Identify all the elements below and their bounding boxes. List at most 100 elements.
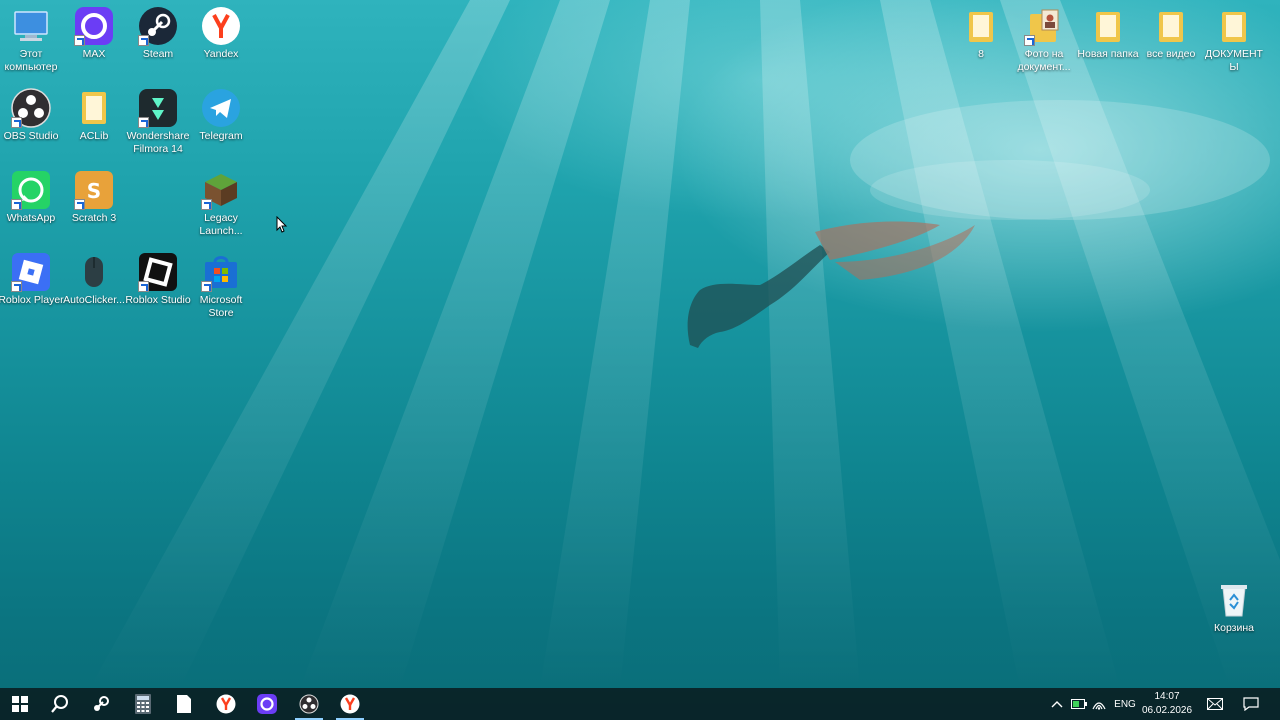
shortcut-arrow-icon: [138, 35, 149, 46]
steam-icon: [94, 696, 109, 711]
roblox-icon: [11, 252, 51, 292]
desktop-icon-label: Yandex: [203, 48, 239, 60]
desktop-icon-label: Фото на документ...: [1017, 48, 1071, 73]
mouse-icon: [74, 252, 114, 292]
svg-text:S: S: [87, 179, 101, 203]
shortcut-arrow-icon: [201, 199, 212, 210]
start-button[interactable]: [0, 688, 40, 720]
desktop-icon-label: Microsoft Store: [199, 294, 243, 319]
tray-app-icon[interactable]: [1207, 688, 1225, 720]
desktop-icon-roblox-studio[interactable]: Roblox Studio: [125, 246, 191, 324]
calculator-icon: [135, 694, 151, 714]
yandex-icon: [216, 694, 236, 714]
windows-logo-icon: [12, 696, 28, 712]
desktop-icon-filmora[interactable]: Wondershare Filmora 14: [126, 82, 190, 160]
folder-icon: [1088, 6, 1128, 46]
recycle-bin-icon: [1214, 580, 1254, 620]
desktop-icon-label: все видео: [1146, 48, 1196, 60]
desktop-icon-label: Wondershare Filmora 14: [126, 130, 190, 155]
shortcut-arrow-icon: [11, 117, 22, 128]
yandex-icon: [201, 6, 241, 46]
shortcut-arrow-icon: [11, 199, 22, 210]
desktop-icon-microsoft-store[interactable]: Microsoft Store: [189, 246, 253, 324]
store-bag-icon: [201, 252, 241, 292]
desktop-icon-label: ACLib: [79, 130, 109, 142]
max-icon: [74, 6, 114, 46]
desktop-icon-label: Roblox Player: [0, 294, 64, 306]
diver-silhouette: [687, 221, 975, 348]
notification-icon: [1243, 697, 1259, 711]
desktop-icon-telegram[interactable]: Telegram: [189, 82, 253, 160]
desktop-icon-label: AutoClicker...: [63, 294, 125, 306]
desktop-icon-roblox-player[interactable]: Roblox Player: [0, 246, 64, 324]
search-button[interactable]: [40, 688, 80, 720]
desktop-icon-aclib[interactable]: ACLib: [62, 82, 126, 160]
shortcut-arrow-icon: [1024, 35, 1035, 46]
desktop-icon-steam[interactable]: Steam: [126, 0, 190, 78]
folder-icon: [1214, 6, 1254, 46]
desktop-icon-yandex[interactable]: Yandex: [189, 0, 253, 78]
desktop-icon-label: Steam: [142, 48, 174, 60]
desktop-icon-label: Roblox Studio: [125, 294, 191, 306]
folder-icon: [1151, 6, 1191, 46]
computer-icon: [11, 6, 51, 46]
desktop-icon-label: Этот компьютер: [4, 48, 58, 73]
obs-icon: [11, 88, 51, 128]
desktop-folder-documents[interactable]: ДОКУМЕНТЫ: [1202, 0, 1266, 78]
taskbar-calculator[interactable]: [123, 688, 163, 720]
telegram-icon: [201, 88, 241, 128]
desktop-icon-whatsapp[interactable]: WhatsApp: [0, 164, 63, 242]
taskbar-obs[interactable]: [289, 688, 329, 720]
shortcut-arrow-icon: [138, 281, 149, 292]
roblox-studio-icon: [138, 252, 178, 292]
desktop-icon-max[interactable]: MAX: [62, 0, 126, 78]
mail-icon: [1207, 698, 1223, 710]
taskbar-max[interactable]: [247, 688, 287, 720]
folder-icon: [74, 88, 114, 128]
action-center-button[interactable]: [1243, 688, 1263, 720]
grass-block-icon: [201, 170, 241, 210]
search-icon: [51, 695, 68, 713]
desktop-icon-scratch[interactable]: S Scratch 3: [62, 164, 126, 242]
desktop-folder-photo-doc[interactable]: Фото на документ...: [1012, 0, 1076, 78]
shortcut-arrow-icon: [74, 199, 85, 210]
folder-icon: [961, 6, 1001, 46]
tray-clock[interactable]: 14:07 06.02.2026: [1142, 690, 1192, 718]
taskbar-yandex-window[interactable]: [330, 688, 370, 720]
desktop-icon-recycle-bin[interactable]: Корзина: [1202, 574, 1266, 652]
desktop-folder-all-videos[interactable]: все видео: [1139, 0, 1203, 78]
desktop-icon-label: OBS Studio: [3, 130, 59, 142]
desktop-folder-8[interactable]: 8: [949, 0, 1013, 78]
photo-folder-icon: [1024, 6, 1064, 46]
tray-network[interactable]: [1092, 688, 1108, 720]
taskbar: ENG 14:07 06.02.2026: [0, 688, 1280, 720]
desktop-icon-this-pc[interactable]: Этот компьютер: [0, 0, 63, 78]
desktop-icon-label: Корзина: [1214, 622, 1254, 634]
shortcut-arrow-icon: [74, 35, 85, 46]
battery-icon: [1071, 699, 1087, 709]
taskbar-yandex[interactable]: [206, 688, 246, 720]
desktop-icon-label: MAX: [82, 48, 106, 60]
desktop-icon-obs[interactable]: OBS Studio: [0, 82, 63, 160]
wifi-icon: [1092, 702, 1106, 710]
tray-show-hidden-button[interactable]: [1051, 688, 1065, 720]
shortcut-arrow-icon: [201, 281, 212, 292]
desktop-icon-legacy-launcher[interactable]: Legacy Launch...: [189, 164, 253, 242]
yandex-icon: [340, 694, 360, 714]
taskbar-steam[interactable]: [81, 688, 121, 720]
tray-language[interactable]: ENG: [1113, 688, 1137, 720]
clock-time: 14:07: [1154, 691, 1180, 702]
desktop-icon-autoclicker[interactable]: AutoClicker...: [62, 246, 126, 324]
whatsapp-icon: [11, 170, 51, 210]
taskbar-notepad[interactable]: [164, 688, 204, 720]
desktop-icon-label: Scratch 3: [71, 212, 117, 224]
tray-battery[interactable]: [1071, 688, 1087, 720]
chevron-up-icon: [1051, 701, 1063, 708]
shortcut-arrow-icon: [138, 117, 149, 128]
document-icon: [177, 695, 191, 713]
desktop-icon-label: ДОКУМЕНТЫ: [1205, 48, 1263, 73]
desktop-folder-new[interactable]: Новая папка: [1076, 0, 1140, 78]
desktop-icon-label: Telegram: [199, 130, 243, 142]
desktop-icon-label: 8: [978, 48, 984, 60]
desktop-icon-label: WhatsApp: [6, 212, 56, 224]
